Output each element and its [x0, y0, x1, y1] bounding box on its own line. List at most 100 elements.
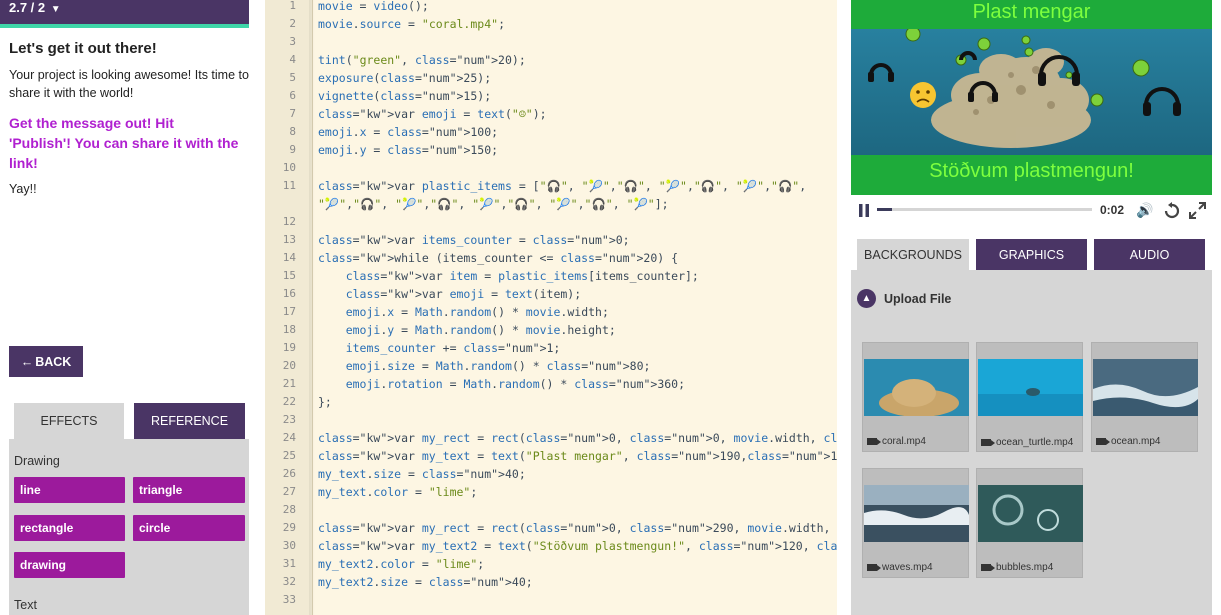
code-line[interactable]: 25 class="kw">var my_text = text("Plast m…: [265, 447, 858, 465]
line-number: 6: [289, 89, 296, 102]
triangle-button[interactable]: triangle: [133, 477, 245, 503]
code-text: movie.source = "coral.mp4";: [318, 17, 505, 31]
tab-reference[interactable]: REFERENCE: [134, 403, 245, 439]
code-text: tint("green", class="num">20);: [318, 53, 526, 67]
code-line[interactable]: 29 class="kw">var my_rect = rect(class="n…: [265, 519, 1073, 537]
code-line[interactable]: 8 emoji.x = class="num">100;: [265, 123, 837, 141]
asset-thumbnail[interactable]: ocean_turtle.mp4: [976, 342, 1083, 452]
code-text: items_counter += class="num">1;: [345, 341, 561, 355]
code-text: exposure(class="num">25);: [318, 71, 492, 85]
code-text: my_text.size = class="num">40;: [318, 467, 526, 481]
code-line[interactable]: 5 exposure(class="num">25);: [265, 69, 837, 87]
line-number: 27: [282, 485, 296, 498]
code-line[interactable]: 18 emoji.y = Math.random() * movie.heigh…: [265, 321, 837, 339]
code-line[interactable]: 2 movie.source = "coral.mp4";: [265, 15, 837, 33]
line-button[interactable]: line: [14, 477, 125, 503]
code-line[interactable]: 16 class="kw">var emoji = text(item);: [265, 285, 837, 303]
code-editor[interactable]: 1 movie = video(); 2 movie.source = "coral.…: [265, 0, 1073, 615]
line-number: 17: [282, 305, 296, 318]
step-selector[interactable]: 2.7 / 2 ▼: [0, 0, 249, 28]
line-number: 9: [289, 143, 296, 156]
line-number: 32: [282, 575, 296, 588]
line-number: 3: [289, 35, 296, 48]
lesson-call-to-action: Get the message out! Hit 'Publish'! You …: [9, 115, 239, 171]
video-camera-icon: [1096, 437, 1110, 445]
line-number: 4: [289, 53, 296, 66]
circle-button[interactable]: circle: [133, 515, 245, 541]
video-preview[interactable]: Plast mengar Stöðvum plastmengun!: [851, 0, 1212, 195]
line-number: 26: [282, 467, 296, 480]
code-line[interactable]: 4 tint("green", class="num">20);: [265, 51, 837, 69]
volume-icon[interactable]: 🔊: [1136, 202, 1153, 219]
code-line[interactable]: 26 my_text.size = class="num">40;: [265, 465, 837, 483]
code-line[interactable]: 7 class="kw">var emoji = text("☹");: [265, 105, 837, 123]
text-section-label: Text: [14, 598, 37, 612]
lesson-title: Let's get it out there!: [9, 40, 157, 57]
code-line[interactable]: 1 movie = video();: [265, 0, 837, 15]
code-line[interactable]: 17 emoji.x = Math.random() * movie.width…: [265, 303, 837, 321]
upload-file-button[interactable]: ▲ Upload File: [857, 289, 951, 308]
line-number: 15: [282, 269, 296, 282]
code-line[interactable]: 20 emoji.size = Math.random() * class="n…: [265, 357, 837, 375]
code-text: };: [318, 395, 332, 409]
code-text: class="kw">while (items_counter <= class…: [318, 251, 679, 265]
code-text: emoji.x = class="num">100;: [318, 125, 499, 139]
fullscreen-icon[interactable]: [1189, 202, 1206, 219]
asset-thumbnail[interactable]: ocean.mp4: [1091, 342, 1198, 452]
code-line[interactable]: 19 items_counter += class="num">1;: [265, 339, 837, 357]
code-line[interactable]: 30 class="kw">var my_text2 = text("Stöðvu…: [265, 537, 935, 555]
tab-graphics[interactable]: GRAPHICS: [976, 239, 1087, 270]
code-text: emoji.size = Math.random() * class="num"…: [345, 359, 651, 373]
code-line[interactable]: 9 emoji.y = class="num">150;: [265, 141, 837, 159]
asset-label: bubbles.mp4: [977, 557, 1082, 577]
asset-filename: ocean.mp4: [1111, 435, 1161, 447]
tab-effects[interactable]: EFFECTS: [14, 403, 124, 439]
line-number: 18: [282, 323, 296, 336]
line-number: 14: [282, 251, 296, 264]
code-line[interactable]: 15 class="kw">var item = plastic_items[i…: [265, 267, 837, 285]
code-line[interactable]: 23: [265, 411, 837, 429]
code-line[interactable]: 6 vignette(class="num">15);: [265, 87, 837, 105]
code-line[interactable]: 12: [265, 213, 837, 231]
code-line[interactable]: 28: [265, 501, 837, 519]
asset-filename: coral.mp4: [882, 435, 926, 447]
line-number: 16: [282, 287, 296, 300]
back-button[interactable]: ← BACK: [9, 346, 83, 377]
asset-thumbnail[interactable]: waves.mp4: [862, 468, 969, 578]
code-line[interactable]: "🎾","🎧", "🎾","🎧", "🎾","🎧", "🎾","🎧", "🎾"]…: [265, 195, 837, 213]
rectangle-button[interactable]: rectangle: [14, 515, 125, 541]
replay-icon[interactable]: [1163, 202, 1181, 220]
code-line[interactable]: 31 my_text2.color = "lime";: [265, 555, 837, 573]
code-line[interactable]: 21 emoji.rotation = Math.random() * clas…: [265, 375, 837, 393]
tab-audio[interactable]: AUDIO: [1094, 239, 1205, 270]
pause-icon[interactable]: [859, 204, 869, 217]
progress-bar[interactable]: [877, 208, 1092, 211]
code-line[interactable]: 10: [265, 159, 837, 177]
code-line[interactable]: 13 class="kw">var items_counter = class="…: [265, 231, 837, 249]
line-number: 29: [282, 521, 296, 534]
line-number: 28: [282, 503, 296, 516]
code-line[interactable]: 3: [265, 33, 837, 51]
line-number: 22: [282, 395, 296, 408]
asset-thumbnail[interactable]: coral.mp4: [862, 342, 969, 452]
asset-tabs: BACKGROUNDS GRAPHICS AUDIO: [851, 239, 1212, 270]
asset-label: ocean_turtle.mp4: [977, 421, 1082, 451]
tab-backgrounds[interactable]: BACKGROUNDS: [857, 239, 969, 270]
code-text: my_text2.size = class="num">40;: [318, 575, 533, 589]
drawing-button[interactable]: drawing: [14, 552, 125, 578]
code-line[interactable]: 14 class="kw">while (items_counter <= cla…: [265, 249, 837, 267]
code-line[interactable]: 32 my_text2.size = class="num">40;: [265, 573, 837, 591]
code-line[interactable]: 11 class="kw">var plastic_items = ["🎧", "…: [265, 177, 837, 195]
line-number: 13: [282, 233, 296, 246]
effects-tabs: EFFECTS REFERENCE: [14, 403, 249, 439]
line-number: 19: [282, 341, 296, 354]
video-camera-icon: [981, 439, 995, 446]
asset-thumbnail[interactable]: bubbles.mp4: [976, 468, 1083, 578]
code-line[interactable]: 33: [265, 591, 837, 609]
asset-label: waves.mp4: [863, 557, 968, 577]
code-line[interactable]: 27 my_text.color = "lime";: [265, 483, 837, 501]
code-line[interactable]: 22};: [265, 393, 837, 411]
line-number: 23: [282, 413, 296, 426]
code-text: emoji.y = class="num">150;: [318, 143, 499, 157]
code-line[interactable]: 24 class="kw">var my_rect = rect(class="n…: [265, 429, 1059, 447]
